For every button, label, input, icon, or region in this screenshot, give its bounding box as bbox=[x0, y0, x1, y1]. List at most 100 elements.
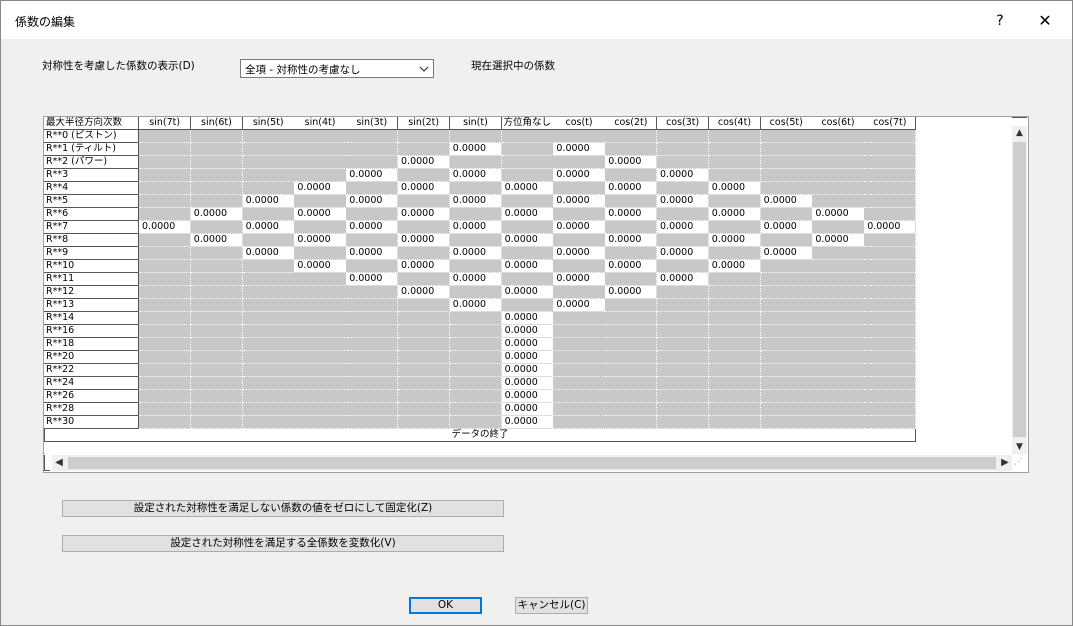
grid-cell[interactable] bbox=[864, 403, 917, 416]
grid-cell[interactable] bbox=[657, 234, 710, 247]
grid-cell[interactable] bbox=[449, 312, 503, 325]
grid-cell[interactable] bbox=[657, 286, 710, 299]
grid-cell[interactable] bbox=[242, 234, 295, 247]
grid-cell[interactable] bbox=[760, 325, 813, 338]
grid-cell[interactable] bbox=[760, 260, 813, 273]
grid-cell[interactable] bbox=[449, 286, 503, 299]
grid-cell[interactable] bbox=[812, 312, 865, 325]
grid-cell[interactable] bbox=[501, 143, 554, 156]
grid-cell[interactable] bbox=[605, 299, 658, 312]
grid-cell[interactable] bbox=[657, 416, 710, 429]
grid-cell[interactable]: 0.0000 bbox=[294, 208, 347, 221]
grid-cell[interactable] bbox=[657, 130, 710, 143]
grid-cell[interactable] bbox=[139, 338, 192, 351]
grid-cell[interactable]: 0.0000 bbox=[657, 221, 710, 234]
grid-cell[interactable] bbox=[139, 377, 192, 390]
grid-cell[interactable] bbox=[398, 247, 451, 260]
grid-cell[interactable] bbox=[190, 416, 244, 429]
grid-cell[interactable] bbox=[812, 156, 865, 169]
grid-cell[interactable] bbox=[760, 377, 813, 390]
grid-cell[interactable] bbox=[449, 156, 503, 169]
grid-cell[interactable] bbox=[294, 273, 347, 286]
grid-cell[interactable] bbox=[708, 312, 762, 325]
column-header[interactable]: cos(4t) bbox=[708, 117, 762, 130]
grid-cell[interactable]: 0.0000 bbox=[501, 390, 554, 403]
grid-cell[interactable] bbox=[657, 143, 710, 156]
grid-cell[interactable] bbox=[242, 325, 295, 338]
grid-cell[interactable] bbox=[346, 234, 399, 247]
grid-cell[interactable] bbox=[657, 182, 710, 195]
grid-cell[interactable] bbox=[139, 325, 192, 338]
grid-cell[interactable] bbox=[398, 273, 451, 286]
grid-cell[interactable] bbox=[708, 273, 762, 286]
grid-cell[interactable] bbox=[812, 169, 865, 182]
grid-cell[interactable] bbox=[139, 143, 192, 156]
grid-cell[interactable] bbox=[708, 377, 762, 390]
grid-cell[interactable]: 0.0000 bbox=[605, 208, 658, 221]
grid-cell[interactable] bbox=[501, 169, 554, 182]
grid-cell[interactable] bbox=[346, 325, 399, 338]
grid-cell[interactable] bbox=[346, 130, 399, 143]
grid-cell[interactable]: 0.0000 bbox=[605, 234, 658, 247]
grid-cell[interactable]: 0.0000 bbox=[708, 182, 762, 195]
grid-cell[interactable] bbox=[708, 364, 762, 377]
grid-cell[interactable] bbox=[812, 221, 865, 234]
grid-cell[interactable] bbox=[294, 130, 347, 143]
grid-cell[interactable] bbox=[449, 338, 503, 351]
grid-cell[interactable]: 0.0000 bbox=[398, 286, 451, 299]
grid-cell[interactable] bbox=[605, 338, 658, 351]
grid-cell[interactable]: 0.0000 bbox=[605, 182, 658, 195]
grid-cell[interactable] bbox=[553, 351, 606, 364]
grid-cell[interactable] bbox=[812, 130, 865, 143]
grid-cell[interactable] bbox=[708, 351, 762, 364]
grid-cell[interactable] bbox=[449, 208, 503, 221]
grid-cell[interactable]: 0.0000 bbox=[760, 221, 813, 234]
grid-cell[interactable] bbox=[398, 416, 451, 429]
grid-cell[interactable] bbox=[553, 286, 606, 299]
column-header[interactable]: cos(3t) bbox=[657, 117, 710, 130]
grid-cell[interactable] bbox=[708, 338, 762, 351]
grid-cell[interactable] bbox=[864, 416, 917, 429]
grid-cell[interactable] bbox=[346, 143, 399, 156]
grid-cell[interactable]: 0.0000 bbox=[605, 286, 658, 299]
grid-cell[interactable] bbox=[657, 351, 710, 364]
grid-cell[interactable] bbox=[242, 299, 295, 312]
grid-cell[interactable] bbox=[657, 312, 710, 325]
grid-cell[interactable] bbox=[398, 390, 451, 403]
grid-cell[interactable] bbox=[242, 312, 295, 325]
grid-cell[interactable]: 0.0000 bbox=[346, 195, 399, 208]
grid-cell[interactable] bbox=[812, 416, 865, 429]
grid-cell[interactable] bbox=[139, 364, 192, 377]
grid-cell[interactable] bbox=[760, 208, 813, 221]
grid-cell[interactable]: 0.0000 bbox=[398, 234, 451, 247]
grid-cell[interactable]: 0.0000 bbox=[501, 286, 554, 299]
grid-cell[interactable] bbox=[346, 390, 399, 403]
grid-cell[interactable] bbox=[812, 299, 865, 312]
grid-cell[interactable]: 0.0000 bbox=[553, 299, 606, 312]
grid-cell[interactable]: 0.0000 bbox=[501, 260, 554, 273]
grid-cell[interactable] bbox=[190, 182, 244, 195]
grid-cell[interactable] bbox=[708, 286, 762, 299]
column-header[interactable]: sin(6t) bbox=[190, 117, 244, 130]
grid-cell[interactable]: 0.0000 bbox=[346, 169, 399, 182]
grid-cell[interactable]: 0.0000 bbox=[501, 208, 554, 221]
column-header[interactable]: 方位角なし bbox=[501, 117, 554, 130]
grid-cell[interactable]: 0.0000 bbox=[294, 260, 347, 273]
grid-cell[interactable] bbox=[657, 260, 710, 273]
scroll-left-icon[interactable]: ◀ bbox=[52, 455, 66, 471]
grid-cell[interactable] bbox=[605, 143, 658, 156]
grid-cell[interactable] bbox=[139, 351, 192, 364]
grid-cell[interactable] bbox=[760, 416, 813, 429]
grid-cell[interactable] bbox=[398, 377, 451, 390]
grid-cell[interactable] bbox=[553, 182, 606, 195]
grid-cell[interactable] bbox=[190, 195, 244, 208]
grid-cell[interactable] bbox=[190, 325, 244, 338]
grid-cell[interactable] bbox=[760, 312, 813, 325]
grid-cell[interactable] bbox=[708, 169, 762, 182]
grid-cell[interactable] bbox=[398, 221, 451, 234]
vertical-scroll-thumb[interactable] bbox=[1013, 142, 1026, 437]
grid-cell[interactable] bbox=[864, 325, 917, 338]
grid-cell[interactable]: 0.0000 bbox=[605, 156, 658, 169]
column-header[interactable]: cos(5t) bbox=[760, 117, 813, 130]
column-header[interactable]: cos(t) bbox=[553, 117, 606, 130]
